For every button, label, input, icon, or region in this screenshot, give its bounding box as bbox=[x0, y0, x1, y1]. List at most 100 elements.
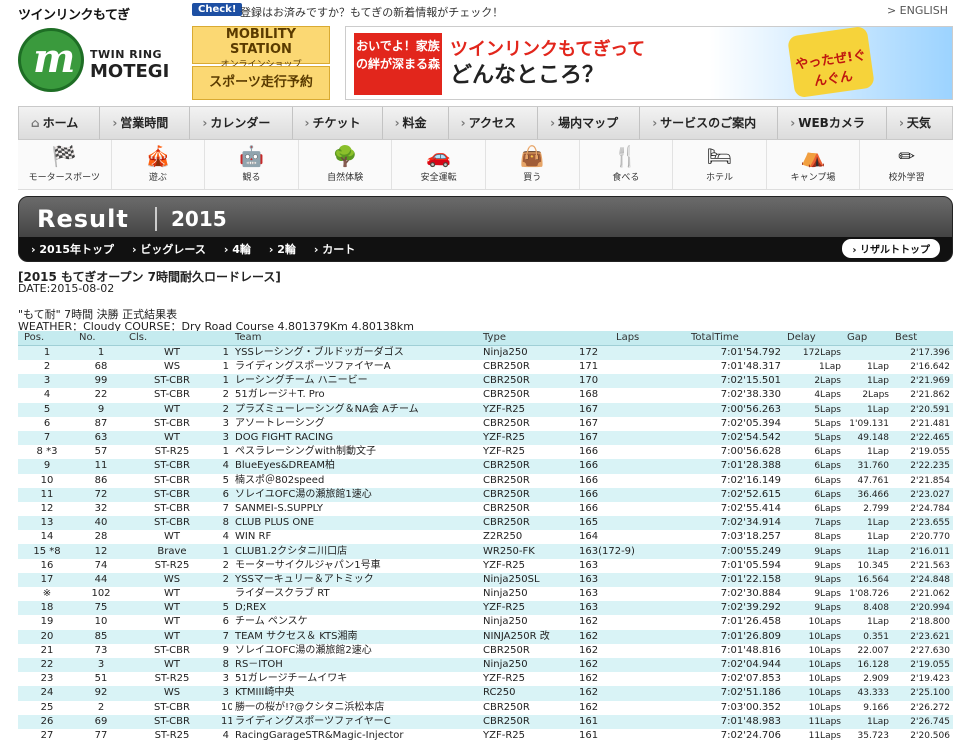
table-cell: 1Lap bbox=[784, 360, 844, 375]
result-link-kart[interactable]: カート bbox=[314, 241, 355, 257]
table-cell: 2 bbox=[76, 700, 126, 715]
table-cell: 楠スポ＠802speed bbox=[232, 473, 480, 488]
table-row: 25 2 ST-CBR 10 勝一の桜が!?@クシタニ浜松本店 CBR250R 162 7:0… bbox=[18, 700, 953, 715]
table-cell: 26 bbox=[18, 714, 76, 729]
col-type: Type bbox=[480, 331, 576, 346]
table-cell: 2'22.235 bbox=[892, 459, 953, 474]
nav-weather[interactable]: 天気 bbox=[887, 107, 952, 139]
nav-calendar[interactable]: カレンダー bbox=[190, 107, 293, 139]
check-badge[interactable]: Check! bbox=[192, 3, 243, 16]
table-cell: 68 bbox=[76, 360, 126, 375]
table-cell: 47.761 bbox=[844, 473, 892, 488]
check-message[interactable]: 登録はお済みですか？もてぎの新着情報がチェック！ bbox=[240, 4, 503, 20]
english-link[interactable]: > ENGLISH bbox=[887, 4, 948, 17]
mobility-station-button[interactable]: MOBILITY STATION オンラインショップ bbox=[192, 26, 330, 70]
table-cell: 2'20.994 bbox=[892, 601, 953, 616]
table-header-row: Pos. No. Cls. Team Type Laps TotalTime D… bbox=[18, 331, 953, 346]
table-cell: 102 bbox=[76, 587, 126, 602]
result-link-2015-top[interactable]: 2015年トップ bbox=[31, 241, 114, 257]
result-header: Result 2015 2015年トップ ビッグレース 4輪 2輪 カート › … bbox=[18, 196, 953, 262]
hello-woods-icon: 🌳 bbox=[332, 144, 358, 168]
nav-ticket[interactable]: チケット bbox=[293, 107, 383, 139]
table-cell: 10Laps bbox=[784, 629, 844, 644]
table-cell: 5Laps bbox=[784, 416, 844, 431]
table-cell: 2'23.621 bbox=[892, 629, 953, 644]
table-cell: 85 bbox=[76, 629, 126, 644]
table-cell: 162 bbox=[576, 615, 688, 630]
table-cell: 167 bbox=[576, 402, 688, 417]
col-best: Best bbox=[892, 331, 953, 346]
table-row: 16 74 ST-R25 2 モーターサイクルジャパン1号車 YZF-R25 163 7:01… bbox=[18, 558, 953, 573]
cat-motorsports[interactable]: 🏁 モータースポーツ bbox=[18, 140, 112, 189]
table-cell: ST-CBR bbox=[126, 643, 218, 658]
table-cell: 1Lap bbox=[844, 445, 892, 460]
result-top-button[interactable]: › リザルトトップ bbox=[842, 239, 940, 258]
table-cell: 2'23.027 bbox=[892, 487, 953, 502]
cat-eat[interactable]: 🍴 食べる bbox=[580, 140, 674, 189]
table-cell: 4 bbox=[218, 728, 232, 744]
promo-banner[interactable]: おいでよ！家族の絆が深まる森 ツインリンクもてぎって どんなところ？ やったぜ!… bbox=[345, 26, 953, 100]
site-logo[interactable]: TWIN RING MOTEGI bbox=[18, 28, 188, 92]
table-cell: 2'20.506 bbox=[892, 728, 953, 744]
table-cell: Brave bbox=[126, 544, 218, 559]
table-cell: 35.723 bbox=[844, 728, 892, 744]
table-cell: 7:00'55.249 bbox=[688, 544, 784, 559]
table-cell: 13 bbox=[18, 516, 76, 531]
table-row: 22 3 WT 8 RS－ITOH Ninja250 162 7:02'04.944 10Lap… bbox=[18, 657, 953, 673]
nav-access[interactable]: アクセス bbox=[449, 107, 539, 139]
site-name[interactable]: ツインリンクもてぎ bbox=[18, 4, 130, 23]
logo-mark-icon bbox=[18, 28, 84, 92]
table-cell: 99 bbox=[76, 374, 126, 389]
table-cell: YSSレーシング・ブルドッガーダゴス bbox=[232, 345, 480, 360]
table-cell: 7:02'39.292 bbox=[688, 601, 784, 616]
nav-services[interactable]: サービスのご案内 bbox=[640, 107, 779, 139]
table-cell: WT bbox=[126, 601, 218, 616]
cat-school[interactable]: ✏ 校外学習 bbox=[860, 140, 953, 189]
cat-safety[interactable]: 🚗 安全運転 bbox=[392, 140, 486, 189]
cat-camp[interactable]: ⛺ キャンプ場 bbox=[767, 140, 861, 189]
table-cell: 15 *8 bbox=[18, 544, 76, 559]
table-cell: 10Laps bbox=[784, 700, 844, 715]
nav-home[interactable]: ホーム bbox=[19, 107, 101, 139]
result-link-big-race[interactable]: ビッグレース bbox=[132, 241, 205, 257]
cat-watch[interactable]: 🤖 観る bbox=[205, 140, 299, 189]
table-cell: 6Laps bbox=[784, 473, 844, 488]
category-bar: 🏁 モータースポーツ 🎪 遊ぶ 🤖 観る 🌳 自然体験 🚗 安全運転 👜 買う 🍴 食べる 🛏… bbox=[18, 140, 953, 190]
table-row: 1 1 WT 1 YSSレーシング・ブルドッガーダゴス Ninja250 172 7:01'5… bbox=[18, 345, 953, 360]
table-cell: 11 bbox=[18, 487, 76, 502]
table-cell: 7:02'55.414 bbox=[688, 501, 784, 517]
nav-webcam[interactable]: WEBカメラ bbox=[778, 107, 887, 139]
sports-reservation-button[interactable]: スポーツ走行予約 bbox=[192, 66, 330, 100]
table-cell: 8Laps bbox=[784, 530, 844, 545]
table-cell: 2'21.062 bbox=[892, 587, 953, 602]
nav-price[interactable]: 料金 bbox=[383, 107, 449, 139]
table-cell: 7:01'48.317 bbox=[688, 360, 784, 375]
cat-hotel[interactable]: 🛏 ホテル bbox=[673, 140, 767, 189]
table-cell: 7:01'48.816 bbox=[688, 643, 784, 658]
cat-nature[interactable]: 🌳 自然体験 bbox=[299, 140, 393, 189]
result-link-2wheel[interactable]: 2輪 bbox=[269, 241, 296, 257]
cat-play[interactable]: 🎪 遊ぶ bbox=[112, 140, 206, 189]
table-row: 23 51 ST-R25 3 51ガレージチームイワキ YZF-R25 162 7:02'07… bbox=[18, 672, 953, 687]
table-cell: 2'21.563 bbox=[892, 558, 953, 573]
table-cell: ST-CBR bbox=[126, 374, 218, 389]
table-row: 20 85 WT 7 TEAM サクセス＆ KTS湘南 NINJA250R 改 162 7:0… bbox=[18, 629, 953, 644]
table-cell: 69 bbox=[76, 714, 126, 729]
table-cell: 163 bbox=[576, 601, 688, 616]
table-cell: 2.799 bbox=[844, 501, 892, 517]
nav-map[interactable]: 場内マップ bbox=[538, 107, 641, 139]
nav-hours[interactable]: 営業時間 bbox=[100, 107, 191, 139]
result-link-4wheel[interactable]: 4輪 bbox=[224, 241, 251, 257]
table-cell: 172 bbox=[576, 345, 688, 360]
table-cell: 2 bbox=[218, 388, 232, 403]
cat-shop[interactable]: 👜 買う bbox=[486, 140, 580, 189]
table-cell: 2Laps bbox=[784, 374, 844, 389]
table-row: 14 28 WT 4 WIN RF Z2R250 164 7:03'18.257 8Laps 1L… bbox=[18, 530, 953, 545]
table-cell: 7:02'34.914 bbox=[688, 516, 784, 531]
table-cell: 87 bbox=[76, 416, 126, 431]
table-row: 4 22 ST-CBR 2 51ガレージ＋T. Pro CBR250R 168 7:02'38… bbox=[18, 388, 953, 403]
table-cell: 7:01'28.388 bbox=[688, 459, 784, 474]
table-cell: CBR250R bbox=[480, 374, 576, 389]
table-row: 19 10 WT 6 チーム ペンスケ Ninja250 162 7:01'26.458 10L… bbox=[18, 615, 953, 630]
table-cell: 1Lap bbox=[844, 402, 892, 417]
